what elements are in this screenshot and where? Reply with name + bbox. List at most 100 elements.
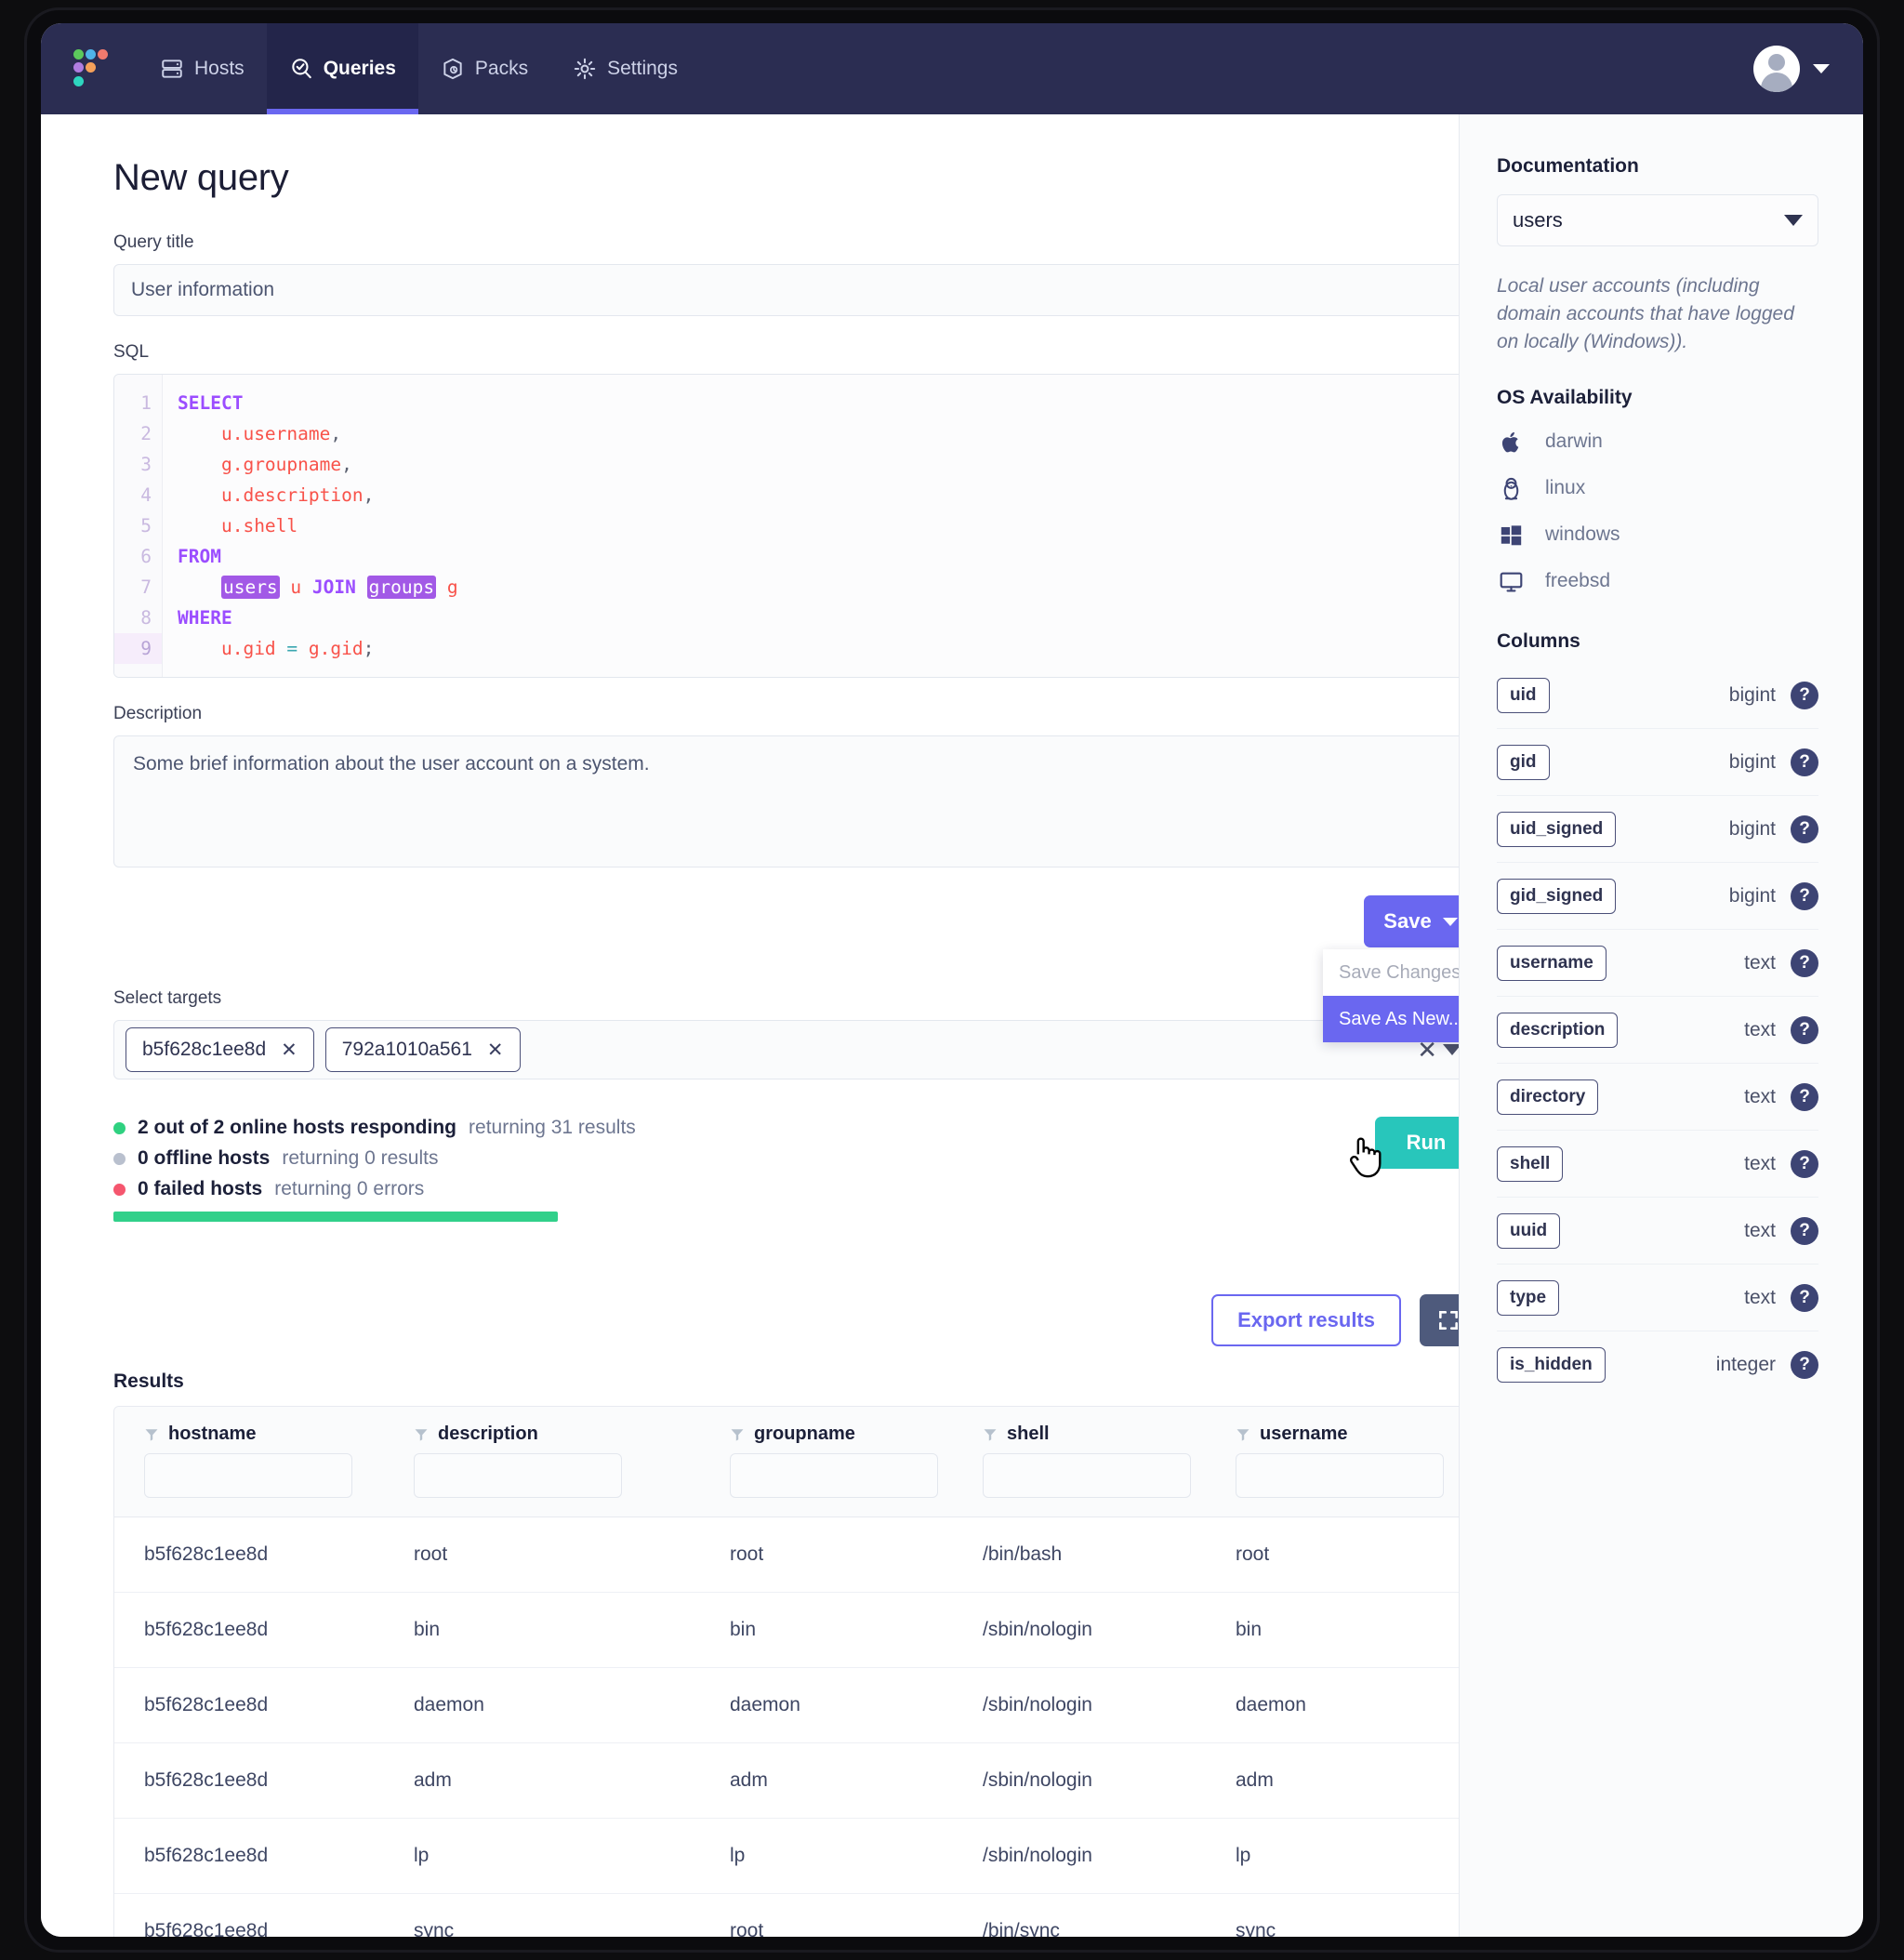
column-filter-input[interactable] <box>1236 1453 1444 1498</box>
select-targets-input[interactable]: b5f628c1ee8d ✕ 792a1010a561 ✕ ✕ <box>113 1020 1459 1079</box>
question-icon[interactable]: ? <box>1791 748 1818 776</box>
avatar[interactable] <box>1753 46 1800 92</box>
nav-item-hosts[interactable]: Hosts <box>138 23 267 114</box>
column-name-chip[interactable]: type <box>1497 1279 1560 1316</box>
sql-code-area[interactable]: SELECT u.username, g.groupname, u.descri… <box>163 375 1459 677</box>
sql-field-group: SQL 1 2 3 4 5 6 7 8 9 SELECT u.username, g.group… <box>113 342 1459 678</box>
close-icon[interactable]: ✕ <box>281 1039 298 1062</box>
query-title-input[interactable]: User information <box>113 264 1459 316</box>
columns-list: uid bigint? gid bigint? uid_signed bigint? gid… <box>1497 662 1818 1398</box>
sql-line: FROM <box>178 541 1459 572</box>
nav-item-packs[interactable]: Packs <box>418 23 550 114</box>
filter-icon[interactable] <box>144 1427 159 1442</box>
documentation-heading: Documentation <box>1497 155 1639 177</box>
sql-line: u.gid = g.gid; <box>178 633 1459 664</box>
sql-editor[interactable]: 1 2 3 4 5 6 7 8 9 SELECT u.username, g.groupname… <box>113 374 1459 678</box>
filter-icon[interactable] <box>730 1427 745 1442</box>
question-icon[interactable]: ? <box>1791 948 1818 977</box>
column-filter-input[interactable] <box>983 1453 1191 1498</box>
column-meta: text? <box>1744 948 1818 977</box>
column-type: text <box>1744 1085 1776 1107</box>
chevron-down-icon[interactable] <box>1813 64 1830 73</box>
column-row: uid_signed bigint? <box>1497 796 1818 864</box>
column-name-chip[interactable]: username <box>1497 945 1606 981</box>
table-cell: root <box>730 1543 764 1565</box>
question-icon[interactable]: ? <box>1791 1149 1818 1178</box>
column-name-chip[interactable]: shell <box>1497 1146 1564 1182</box>
target-chip[interactable]: 792a1010a561 ✕ <box>324 1027 521 1072</box>
run-button[interactable]: Run <box>1375 1117 1459 1169</box>
table-row: b5f628c1ee8d bin bin/sbin/nologin bin <box>114 1593 1459 1668</box>
description-textarea[interactable]: Some brief information about the user ac… <box>113 735 1459 867</box>
question-icon[interactable]: ? <box>1791 1216 1818 1245</box>
save-menu-item[interactable]: Save As New... <box>1323 996 1459 1042</box>
column-row: gid bigint? <box>1497 729 1818 797</box>
app-logo[interactable] <box>41 23 138 114</box>
sql-token: g.gid <box>308 638 364 659</box>
save-button[interactable]: Save <box>1364 895 1459 947</box>
os-label: linux <box>1545 477 1586 499</box>
question-icon[interactable]: ? <box>1791 1015 1818 1044</box>
caret-down-icon[interactable] <box>1443 1044 1459 1055</box>
table-cell: bin <box>730 1619 757 1640</box>
table-cell: bin <box>1236 1619 1263 1640</box>
filter-icon[interactable] <box>983 1427 998 1442</box>
filter-icon[interactable] <box>1236 1427 1250 1442</box>
sql-token: , <box>363 484 375 506</box>
logo-dot <box>73 49 84 60</box>
user-menu[interactable] <box>1753 23 1863 114</box>
column-name-chip[interactable]: uid <box>1497 677 1550 713</box>
column-name-chip[interactable]: description <box>1497 1012 1619 1048</box>
top-navigation-bar: Hosts Queries Packs Settings <box>41 23 1863 114</box>
question-icon[interactable]: ? <box>1791 681 1818 709</box>
question-icon[interactable]: ? <box>1791 1283 1818 1312</box>
column-filter-input[interactable] <box>414 1453 622 1498</box>
table-cell: /sbin/nologin <box>983 1694 1092 1715</box>
column-type: text <box>1744 1286 1776 1308</box>
nav-item-label: Settings <box>607 58 678 79</box>
description-field-group: Description Some brief information about… <box>113 704 1459 867</box>
documentation-table-select[interactable]: users <box>1497 194 1818 246</box>
server-icon <box>162 60 182 78</box>
question-icon[interactable]: ? <box>1791 814 1818 843</box>
question-icon[interactable]: ? <box>1791 881 1818 910</box>
column-name-chip[interactable]: gid <box>1497 744 1550 780</box>
save-dropdown-menu: Save Changes Save As New... <box>1323 949 1459 1042</box>
table-row: b5f628c1ee8d root root/bin/bash root <box>114 1517 1459 1593</box>
column-name-chip[interactable]: gid_signed <box>1497 878 1617 914</box>
question-icon[interactable]: ? <box>1791 1082 1818 1111</box>
close-icon[interactable]: ✕ <box>487 1039 504 1062</box>
column-name-chip[interactable]: directory <box>1497 1079 1599 1115</box>
logo-dot <box>73 62 84 73</box>
status-dot-icon <box>113 1183 126 1196</box>
sql-label: SQL <box>113 342 150 362</box>
save-menu-item[interactable]: Save Changes <box>1323 949 1459 996</box>
nav-item-settings[interactable]: Settings <box>550 23 700 114</box>
fullscreen-button[interactable] <box>1420 1294 1459 1346</box>
sql-line: g.groupname, <box>178 449 1459 480</box>
column-name-chip[interactable]: uuid <box>1497 1212 1561 1249</box>
column-row: uuid text? <box>1497 1198 1818 1265</box>
target-chip[interactable]: b5f628c1ee8d ✕ <box>126 1027 314 1072</box>
sql-line: u.shell <box>178 510 1459 541</box>
nav-item-queries[interactable]: Queries <box>266 23 419 114</box>
filter-icon[interactable] <box>414 1427 429 1442</box>
sql-token: u.description <box>220 484 364 506</box>
sql-line-number: 5 <box>140 515 152 536</box>
question-icon[interactable]: ? <box>1791 1351 1818 1380</box>
chevron-down-icon <box>1784 215 1803 226</box>
column-name-chip[interactable]: is_hidden <box>1497 1347 1606 1384</box>
export-results-button[interactable]: Export results <box>1211 1294 1401 1346</box>
app-viewport: Hosts Queries Packs Settings New query Quer… <box>41 23 1863 1937</box>
chevron-down-icon <box>1442 917 1458 926</box>
page-title: New query <box>113 157 289 198</box>
column-name-chip[interactable]: uid_signed <box>1497 811 1617 847</box>
export-row: Export results <box>113 1294 1459 1346</box>
column-filter-input[interactable] <box>144 1453 352 1498</box>
column-filter-input[interactable] <box>730 1453 938 1498</box>
table-cell: b5f628c1ee8d <box>144 1769 269 1791</box>
